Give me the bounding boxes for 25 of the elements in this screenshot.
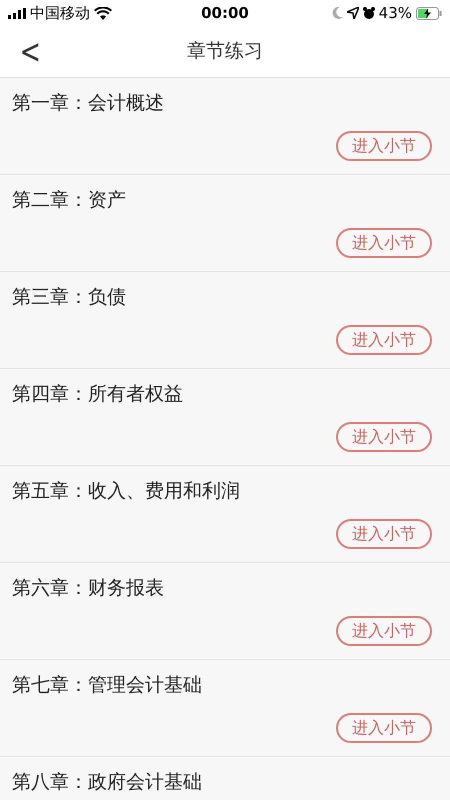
battery-percentage: 43% — [378, 2, 412, 24]
wifi-icon — [94, 6, 112, 20]
chapter-title: 第五章：收入、费用和利润 — [12, 479, 240, 504]
page-title: 章节练习 — [187, 39, 263, 64]
enter-section-button[interactable]: 进入小节 — [336, 131, 432, 161]
back-button[interactable]: < — [16, 34, 44, 68]
chapter-title: 第三章：负债 — [12, 285, 126, 310]
battery-charging-icon — [416, 6, 442, 20]
enter-section-button[interactable]: 进入小节 — [336, 616, 432, 646]
chapter-title: 第二章：资产 — [12, 188, 126, 213]
enter-section-button[interactable]: 进入小节 — [336, 325, 432, 355]
signal-icon — [8, 8, 26, 18]
chapter-title: 第一章：会计概述 — [12, 91, 164, 116]
enter-section-button[interactable]: 进入小节 — [336, 422, 432, 452]
chapter-title: 第六章：财务报表 — [12, 576, 164, 601]
enter-section-button[interactable]: 进入小节 — [336, 519, 432, 549]
enter-section-button[interactable]: 进入小节 — [336, 228, 432, 258]
chapter-title: 第八章：政府会计基础 — [12, 770, 202, 795]
chapter-title: 第四章：所有者权益 — [12, 382, 183, 407]
clock-time: 00:00 — [201, 2, 249, 24]
location-arrow-icon — [346, 7, 359, 19]
chapter-title: 第七章：管理会计基础 — [12, 673, 202, 698]
carrier-name: 中国移动 — [30, 2, 90, 24]
enter-section-button[interactable]: 进入小节 — [336, 713, 432, 743]
moon-icon — [332, 7, 343, 19]
